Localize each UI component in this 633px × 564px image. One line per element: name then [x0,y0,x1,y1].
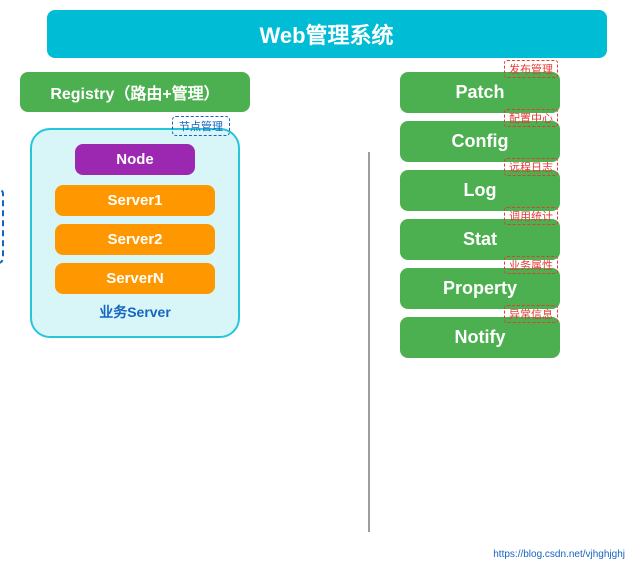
title-box: Web管理系统 [47,10,607,58]
registry-box: Registry（路由+管理） [20,72,250,112]
left-side: Registry（路由+管理） 应用节点 节点管理 Node Server1 [20,72,360,366]
stat-btn[interactable]: Stat [400,219,560,260]
right-side: 发布管理 Patch 配置中心 Config 远程日志 Log [400,72,560,366]
right-item-patch: 发布管理 Patch [400,72,560,113]
right-item-config: 配置中心 Config [400,121,560,162]
app-area: 应用节点 节点管理 Node Server1 Server2 [20,128,360,338]
node-mgmt-label: 节点管理 [172,116,230,136]
server-box-1: Server1 [55,185,215,216]
property-btn[interactable]: Property [400,268,560,309]
patch-btn[interactable]: Patch [400,72,560,113]
config-btn[interactable]: Config [400,121,560,162]
server-box-2: Server2 [55,224,215,255]
property-sublabel: 业务属性 [504,256,558,274]
main-content: Registry（路由+管理） 应用节点 节点管理 Node Server1 [20,72,633,366]
vertical-divider [368,152,370,532]
server-box-n: ServerN [55,263,215,294]
log-sublabel: 远程日志 [504,158,558,176]
main-title: Web管理系统 [259,23,393,48]
right-item-log: 远程日志 Log [400,170,560,211]
biz-server-label: 业务Server [52,302,218,322]
node-item: Node [75,144,195,175]
main-container: Web管理系统 Registry（路由+管理） 应用节点 节点管理 Node [0,0,633,564]
right-item-stat: 调用统计 Stat [400,219,560,260]
notify-sublabel: 异常信息 [504,305,558,323]
patch-sublabel: 发布管理 [504,60,558,78]
stat-sublabel: 调用统计 [504,207,558,225]
right-item-property: 业务属性 Property [400,268,560,309]
app-node-label: 应用节点 [0,188,4,264]
right-item-notify: 异常信息 Notify [400,317,560,358]
config-sublabel: 配置中心 [504,109,558,127]
log-btn[interactable]: Log [400,170,560,211]
node-box: 节点管理 Node Server1 Server2 ServerN [30,128,240,338]
notify-btn[interactable]: Notify [400,317,560,358]
registry-label: Registry（路由+管理） [50,86,219,103]
watermark: https://blog.csdn.net/vjhghjghj [493,549,625,560]
